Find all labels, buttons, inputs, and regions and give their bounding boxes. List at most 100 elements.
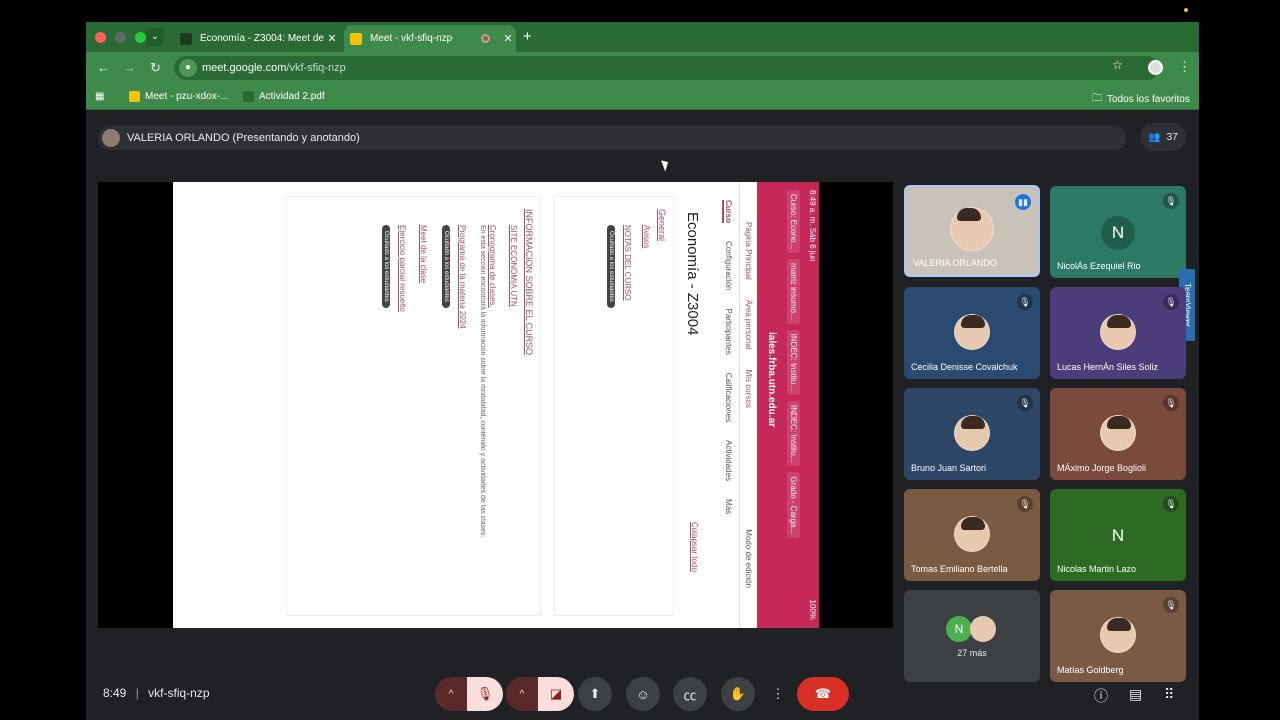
tab-search-icon[interactable]: ⌄ [146, 28, 164, 46]
moodle-icon [180, 32, 192, 45]
tablet-tab: Curso: Econo... [787, 190, 801, 254]
screen: ⌄ Economía - Z3004: Meet de l ✕ Meet - v… [0, 0, 1280, 720]
captions-button[interactable]: ㏄ [673, 677, 707, 711]
audio-options-button[interactable]: ^ [435, 677, 467, 711]
reactions-button[interactable]: ☺ [626, 677, 660, 711]
captions-icon: ㏄ [683, 687, 697, 703]
new-tab-button[interactable]: + [523, 28, 532, 45]
apps-icon[interactable]: ▦ [95, 91, 104, 102]
mic-off-icon: 🎙 [1017, 496, 1033, 512]
tab-meet[interactable]: Meet - vkf-sfiq-nzp ✕ [344, 25, 516, 52]
folder-icon: 🗀 [1092, 93, 1102, 104]
participant-photo [1100, 314, 1136, 350]
course-title: Economía - Z3004 [684, 212, 701, 336]
tablet-tab: Grado - Carga... [787, 472, 801, 539]
course-tab: Configuración [724, 241, 733, 291]
mic-off-icon: 🎙 [1017, 395, 1033, 411]
item-description: En esta sección encontrará la informació… [479, 225, 486, 538]
tablet-address: iales.frba.utn.edu.ar [757, 182, 783, 628]
raise-hand-button[interactable]: ✋ [721, 677, 755, 711]
tablet-tabs: Curso: Econo... matriz insumo... INDEC: … [783, 182, 805, 628]
avatar [102, 129, 120, 147]
participant-initial: N [1101, 216, 1135, 250]
participant-tile-maximo[interactable]: 🎙 MÁximo Jorge Boglioli [1050, 388, 1186, 480]
mic-toggle-button[interactable]: 🎙 [467, 677, 503, 711]
tablet-status-bar: 8:49 a. m. Sáb 6 jun 100% [805, 182, 819, 628]
camera-toggle-button[interactable]: ◪ [538, 677, 574, 711]
participant-name: Bruno Juan Sartori [911, 463, 987, 473]
avatar: N [946, 616, 972, 642]
participant-count: 37 [1166, 131, 1178, 143]
participant-name: Tomas Emiliano Bertella [911, 564, 1008, 574]
participant-tile-valeria[interactable]: ▮▮ VALERIA ORLANDO [904, 185, 1040, 277]
fullscreen-window-button[interactable] [135, 32, 146, 43]
hand-icon: ✋ [729, 686, 747, 701]
bookmark-meet[interactable]: Meet - pzu-xdox-... [129, 91, 228, 102]
url-host: meet.google.com [202, 62, 287, 74]
info-icon[interactable]: ⓘ [1094, 686, 1108, 706]
participant-tile-bruno[interactable]: 🎙 Bruno Juan Sartori [904, 388, 1040, 480]
tablet-site-nav: Página Principal Área personal Mis curso… [739, 182, 757, 628]
bookmark-label: Meet - pzu-xdox-... [145, 91, 229, 102]
meet-area: VALERIA ORLANDO (Presentando y anotando)… [86, 111, 1199, 720]
participant-initial: N [1111, 526, 1125, 545]
participant-video [950, 207, 994, 251]
close-window-button[interactable] [95, 32, 106, 43]
profile-avatar[interactable] [1148, 60, 1163, 75]
url-text: meet.google.com/vkf-sfiq-nzp [202, 62, 346, 74]
mic-off-icon: 🎙 [1163, 597, 1179, 613]
present-button[interactable]: ⬆ [578, 677, 612, 711]
more-count-label: 27 más [957, 648, 987, 658]
participant-tile-tomas[interactable]: 🎙 Tomas Emiliano Bertella [904, 489, 1040, 581]
mic-off-icon: 🎙 [476, 686, 494, 701]
edit-mode-label: Modo de edición [744, 529, 753, 588]
participant-tile-lucas[interactable]: 🎙 Lucas HernÁn Siles Soliz [1050, 287, 1186, 379]
mic-site-icon[interactable]: ● [179, 59, 197, 77]
course-tab: Curso [722, 200, 733, 224]
participant-tile-cecilia[interactable]: 🎙 Cecilia Denisse Covalchuk [904, 287, 1040, 379]
battery-level: 100% [808, 599, 817, 620]
close-tab-icon[interactable]: ✕ [324, 32, 340, 45]
participant-tile-nicolas-lazo[interactable]: 🎙 N Nicolas Martin Lazo [1050, 489, 1186, 581]
browser-menu-icon[interactable]: ⋮ [1178, 59, 1191, 75]
participant-photo [1100, 415, 1136, 451]
chat-icon[interactable]: ▤ [1129, 686, 1142, 703]
meet-icon [129, 91, 140, 102]
bookmark-pdf[interactable]: Actividad 2.pdf [243, 91, 325, 102]
leave-call-button[interactable]: ☎ [797, 677, 849, 711]
meet-icon [350, 32, 362, 45]
section-general: General Avisos NOTAS DEL CURSO Ocultado … [554, 196, 674, 616]
collapse-all-link: Colapsar todo [690, 522, 699, 572]
bookmark-star-icon[interactable]: ☆ [1112, 58, 1123, 72]
back-icon[interactable]: ← [97, 60, 110, 75]
participants-button[interactable]: 👥 37 [1140, 123, 1186, 151]
course-item: NOTAS DEL CURSO [623, 225, 632, 301]
rotated-tablet-screen: 8:49 a. m. Sáb 6 jun 100% Curso: Econo..… [173, 182, 819, 628]
course-tab: Participantes [724, 308, 733, 355]
bookmarks-bar: ▦ Meet - pzu-xdox-... Actividad 2.pdf 🗀 … [86, 84, 1199, 110]
mic-off-icon: 🎙 [1017, 294, 1033, 310]
forward-icon[interactable]: → [123, 60, 136, 75]
minimize-window-button[interactable] [115, 32, 126, 43]
close-tab-icon[interactable]: ✕ [500, 32, 516, 45]
course-item: SITE ECONOMIA UTN [509, 225, 518, 307]
participant-photo [954, 415, 990, 451]
participant-name: VALERIA ORLANDO [913, 258, 997, 268]
tab-economia[interactable]: Economía - Z3004: Meet de l ✕ [174, 25, 340, 52]
site-nav-item: Mis cursos [744, 369, 753, 408]
more-options-button[interactable]: ⋮ [768, 677, 788, 711]
activities-icon[interactable]: ⠿ [1164, 686, 1174, 703]
meeting-code: vkf-sfiq-nzp [148, 686, 210, 700]
participant-tile-nicolas-rio[interactable]: 🎙 N NicolÁs Ezequiel Rio [1050, 186, 1186, 278]
browser-toolbar: ← → ↻ ● meet.google.com/vkf-sfiq-nzp ☆ ⋮ [86, 52, 1199, 84]
course-tabs: Curso Configuración Participantes Califi… [722, 182, 733, 628]
address-bar[interactable]: ● meet.google.com/vkf-sfiq-nzp [174, 56, 1159, 80]
video-options-button[interactable]: ^ [506, 677, 538, 711]
all-bookmarks-button[interactable]: 🗀 Todos los favoritos [1092, 91, 1190, 108]
reload-icon[interactable]: ↻ [150, 60, 161, 76]
mic-off-icon: 🎙 [1163, 193, 1179, 209]
pdf-icon [243, 91, 254, 102]
participant-name: NicolÁs Ezequiel Rio [1057, 261, 1141, 271]
participant-name: Cecilia Denisse Covalchuk [911, 362, 1018, 372]
course-item: Meet de la clase [419, 225, 428, 284]
